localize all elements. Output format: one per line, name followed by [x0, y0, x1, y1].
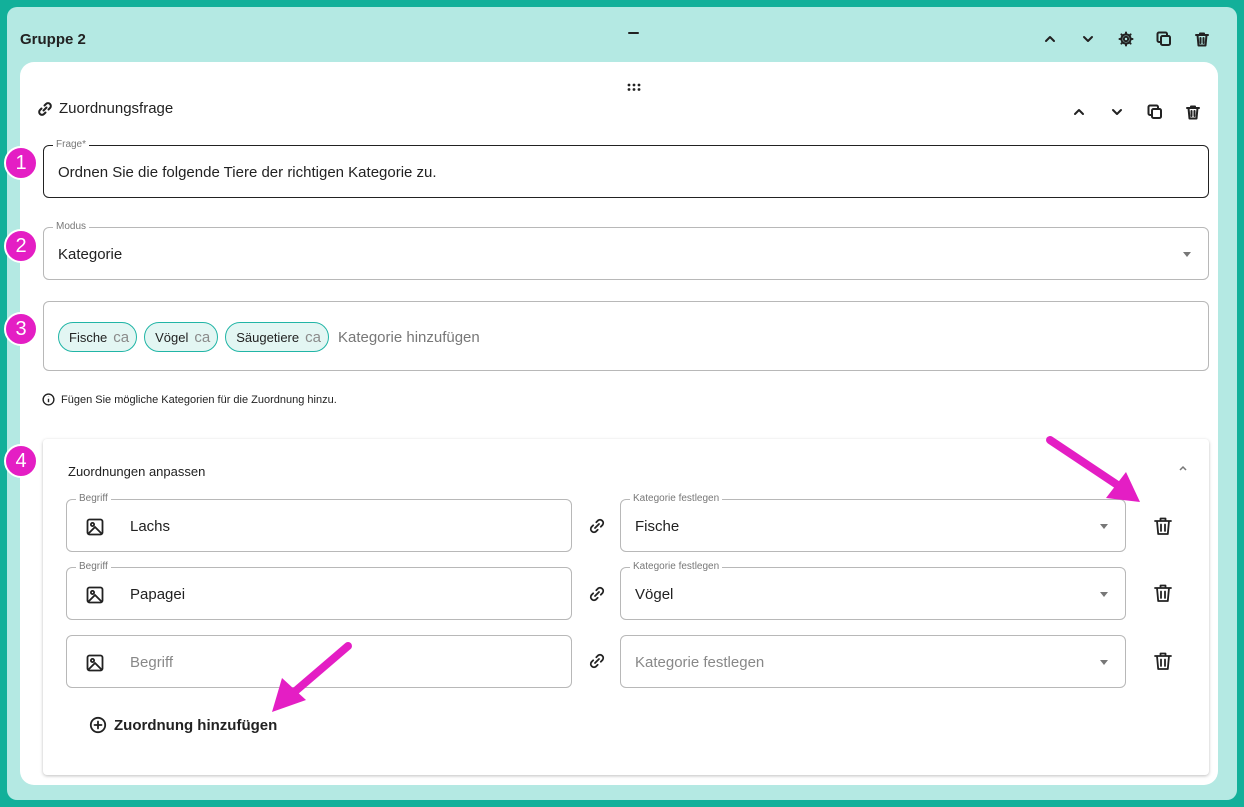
category-select[interactable]: Kategorie festlegen Vögel: [620, 561, 1126, 620]
chevron-up-icon: [1179, 465, 1187, 471]
image-icon[interactable]: [85, 517, 105, 537]
annotation-badge-2: 2: [4, 229, 38, 263]
question-text-legend: Frage*: [53, 139, 90, 151]
image-icon[interactable]: [85, 585, 105, 605]
trash-icon: [1154, 584, 1172, 602]
question-duplicate-button[interactable]: [1136, 100, 1174, 124]
category-value: Fische: [635, 518, 680, 535]
group-collapse-handle-icon[interactable]: [628, 32, 639, 34]
question-type-label: Zuordnungsfrage: [59, 100, 174, 117]
question-actions: [1060, 100, 1212, 124]
group-delete-button[interactable]: [1183, 27, 1221, 51]
term-value: Lachs: [130, 518, 171, 535]
mappings-title[interactable]: Zuordnungen anpassen: [68, 464, 205, 479]
trash-icon: [1154, 652, 1172, 670]
category-legend: Kategorie festlegen: [630, 561, 723, 573]
categories-hint-text: Fügen Sie mögliche Kategorien für die Zu…: [61, 393, 337, 406]
group-move-down-button[interactable]: [1069, 27, 1107, 51]
category-chip[interactable]: Fische ca: [58, 322, 138, 352]
add-mapping-label: Zuordnung hinzufügen: [114, 716, 278, 734]
plus-circle-icon: [89, 716, 107, 734]
accordion-toggle[interactable]: [1177, 461, 1189, 473]
gear-icon: [1118, 31, 1134, 47]
link-icon: [588, 585, 606, 603]
mappings-accordion: Zuordnungen anpassen Begriff Lachs Kateg…: [43, 439, 1209, 775]
dropdown-caret-icon: [1183, 252, 1191, 257]
annotation-badge-3: 3: [4, 312, 38, 346]
mode-legend: Modus: [53, 221, 90, 233]
categories-field[interactable]: Fische ca Vögel ca Säugetiere ca Kategorie …: [43, 301, 1209, 371]
copy-icon: [1156, 31, 1171, 46]
link-icon: [588, 517, 606, 535]
group-duplicate-button[interactable]: [1145, 27, 1183, 51]
delete-mapping-button[interactable]: [1152, 515, 1174, 537]
category-chips: Fische ca Vögel ca Säugetiere ca Kategorie …: [58, 322, 480, 352]
term-placeholder: Begriff: [130, 654, 174, 671]
group-settings-button[interactable]: [1107, 27, 1145, 51]
category-select[interactable]: Kategorie festlegen: [620, 635, 1126, 688]
chip-delete-icon[interactable]: ca: [194, 329, 210, 346]
chevron-up-icon: [1074, 109, 1084, 115]
trash-icon: [1195, 32, 1209, 47]
question-text-field[interactable]: Frage* Ordnen Sie die folgende Tiere der…: [43, 139, 1209, 198]
link-icon: [38, 101, 52, 116]
term-field[interactable]: Begriff Lachs: [66, 493, 572, 552]
group-actions: [1031, 27, 1221, 51]
dropdown-caret-icon: [1100, 660, 1108, 665]
mode-select[interactable]: Modus Kategorie: [43, 221, 1209, 280]
group-title: Gruppe 2: [20, 31, 86, 48]
term-legend: Begriff: [76, 561, 111, 573]
category-legend: Kategorie festlegen: [630, 493, 723, 505]
categories-hint: Fügen Sie mögliche Kategorien für die Zu…: [42, 393, 337, 406]
image-icon[interactable]: [85, 653, 105, 673]
category-chip-label: Fische: [69, 329, 108, 345]
category-value: Vögel: [635, 586, 674, 603]
add-category-input[interactable]: Kategorie hinzufügen: [338, 329, 480, 346]
link-icon: [588, 652, 606, 670]
copy-icon: [1147, 104, 1162, 119]
question-text-value: Ordnen Sie die folgende Tiere der richti…: [58, 164, 437, 181]
category-chip-label: Säugetiere: [236, 329, 300, 345]
trash-icon: [1154, 517, 1172, 535]
dropdown-caret-icon: [1100, 524, 1108, 529]
group-move-up-button[interactable]: [1031, 27, 1069, 51]
chip-delete-icon[interactable]: ca: [113, 329, 129, 346]
question-card: Zuordnungsfrage Frage* Ordnen Sie die fo…: [20, 62, 1218, 785]
delete-mapping-button[interactable]: [1152, 650, 1174, 672]
term-field[interactable]: Begriff Papagei: [66, 561, 572, 620]
category-chip-label: Vögel: [155, 329, 189, 345]
annotation-badge-1: 1: [4, 146, 38, 180]
mode-value: Kategorie: [58, 246, 123, 263]
trash-icon: [1186, 105, 1200, 120]
chip-delete-icon[interactable]: ca: [305, 329, 321, 346]
info-icon: [42, 393, 55, 406]
term-legend: Begriff: [76, 493, 111, 505]
annotation-arrow-icon: [272, 642, 352, 712]
question-move-up-button[interactable]: [1060, 100, 1098, 124]
chevron-down-icon: [1112, 109, 1122, 115]
drag-handle-icon[interactable]: [626, 82, 642, 92]
annotation-badge-4: 4: [4, 444, 38, 478]
category-chip[interactable]: Säugetiere ca: [225, 322, 329, 352]
delete-mapping-button[interactable]: [1152, 582, 1174, 604]
dropdown-caret-icon: [1100, 592, 1108, 597]
question-move-down-button[interactable]: [1098, 100, 1136, 124]
question-delete-button[interactable]: [1174, 100, 1212, 124]
category-placeholder: Kategorie festlegen: [635, 654, 765, 671]
add-mapping-button[interactable]: Zuordnung hinzufügen: [89, 716, 277, 734]
category-chip[interactable]: Vögel ca: [144, 322, 219, 352]
annotation-arrow-icon: [1046, 436, 1140, 502]
chevron-up-icon: [1045, 36, 1055, 42]
question-group: Gruppe 2 Zuordnungsfrage Frage* Ordnen S…: [7, 7, 1237, 800]
term-value: Papagei: [130, 586, 186, 603]
chevron-down-icon: [1083, 36, 1093, 42]
question-type: Zuordnungsfrage: [37, 100, 173, 117]
